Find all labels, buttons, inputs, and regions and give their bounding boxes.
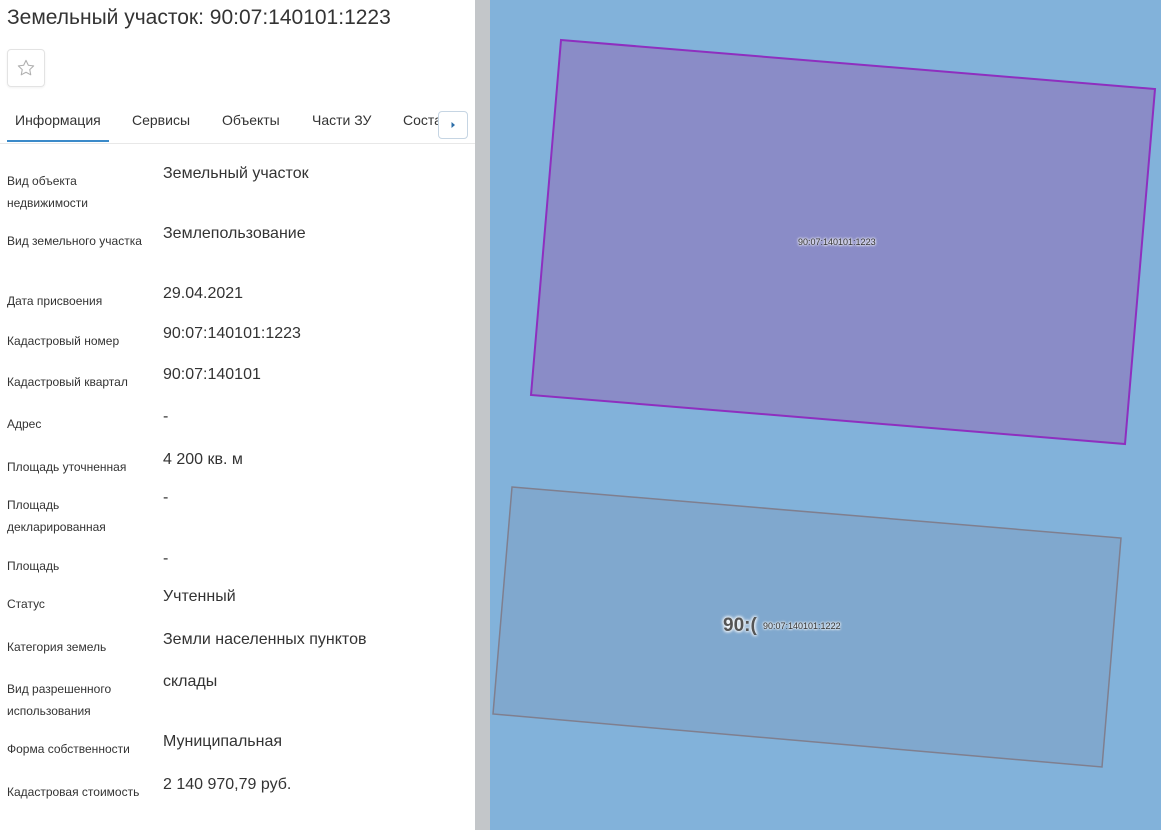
map-canvas	[492, 38, 1157, 768]
info-value: Земли населенных пунктов	[163, 631, 367, 648]
info-label: Адрес	[7, 417, 42, 431]
info-panel: Земельный участок: 90:07:140101:1223 Инф…	[0, 0, 475, 830]
info-value: склады	[163, 673, 218, 690]
info-value: Муниципальная	[163, 733, 283, 750]
favorite-button[interactable]	[7, 49, 45, 87]
info-label: Вид разрешенного использования	[7, 682, 112, 718]
info-value: 29.04.2021	[163, 285, 244, 302]
selected-parcel-label: 90:07:140101:1223	[798, 237, 876, 247]
map-view[interactable]: 90:07:140101:1223 90:( 90:07:140101:1222	[490, 0, 1161, 830]
info-label: Площадь декларированная	[7, 498, 106, 534]
tab-objects[interactable]: Объекты	[222, 112, 280, 128]
tab-services[interactable]: Сервисы	[132, 112, 190, 128]
tab-information[interactable]: Информация	[7, 112, 109, 142]
tabs-scroll-right-button[interactable]	[438, 111, 468, 139]
neighbor-parcel-partial-label: 90:(	[723, 615, 757, 636]
neighbor-parcel-label: 90:07:140101:1222	[763, 621, 841, 631]
info-label: Форма собственности	[7, 742, 130, 756]
tab-bar: Информация Сервисы Объекты Части ЗУ Сост…	[0, 100, 475, 144]
chevron-right-icon	[451, 122, 455, 128]
info-label: Площадь уточненная	[7, 460, 127, 474]
star-outline-icon	[17, 59, 35, 76]
info-value: 2 140 970,79 руб.	[163, 776, 292, 793]
info-label: Кадастровый квартал	[7, 375, 128, 389]
info-value: Учтенный	[163, 588, 236, 605]
info-value: Землепользование	[163, 225, 306, 242]
info-value: 90:07:140101	[163, 366, 261, 383]
info-label: Кадастровая стоимость	[7, 785, 140, 799]
info-value: 90:07:140101:1223	[163, 325, 301, 342]
info-value: -	[163, 550, 169, 567]
info-label: Кадастровый номер	[7, 334, 120, 348]
info-label: Вид объекта недвижимости	[7, 174, 88, 210]
info-label: Дата присвоения	[7, 294, 103, 308]
page-title: Земельный участок: 90:07:140101:1223	[7, 6, 391, 29]
info-label: Площадь	[7, 559, 60, 573]
tab-composition[interactable]: Соста	[403, 112, 442, 128]
info-value: -	[163, 408, 169, 425]
info-value: Земельный участок	[163, 165, 309, 182]
panel-splitter[interactable]	[475, 0, 490, 830]
tab-land-parts[interactable]: Части ЗУ	[312, 112, 371, 128]
info-value: -	[163, 489, 169, 506]
info-label: Категория земель	[7, 640, 107, 654]
info-value: 4 200 кв. м	[163, 451, 243, 468]
info-label: Вид земельного участка	[7, 234, 142, 248]
info-label: Статус	[7, 597, 45, 611]
